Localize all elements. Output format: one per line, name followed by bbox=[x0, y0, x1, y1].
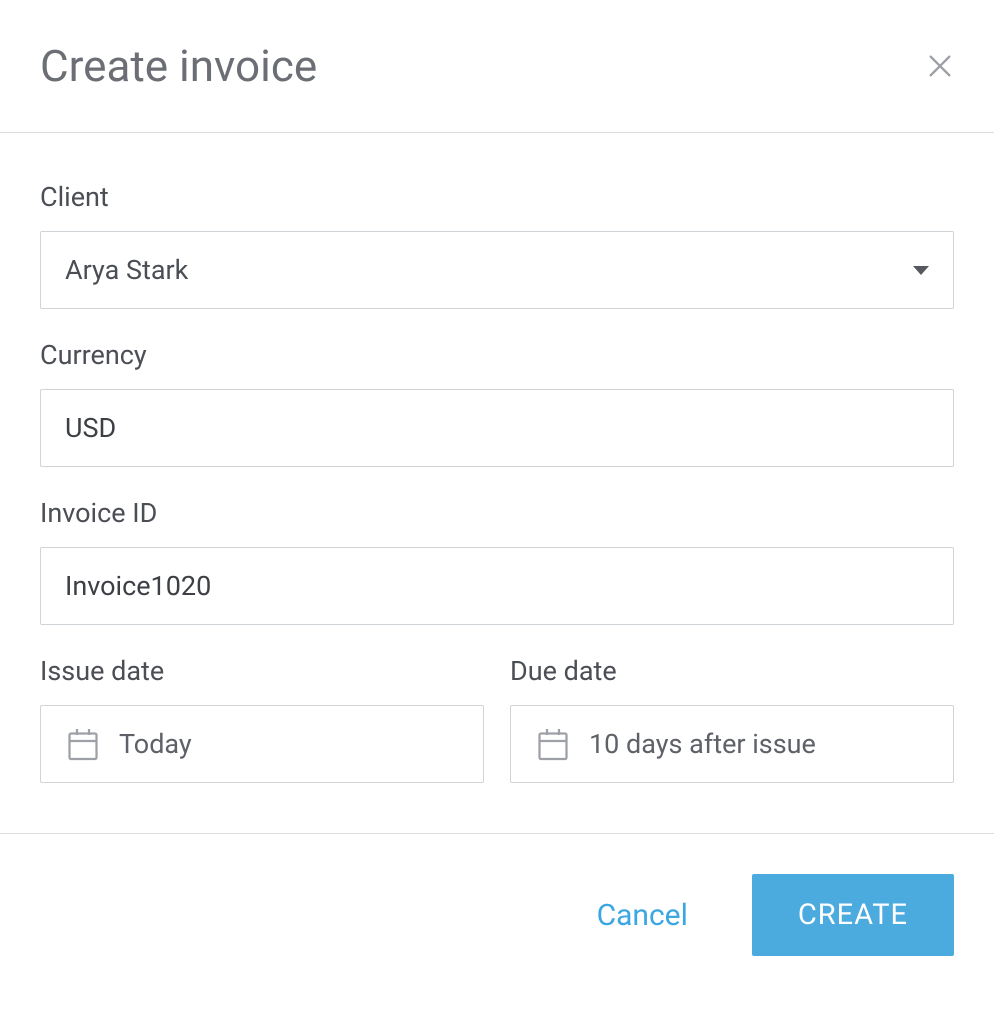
issue-date-picker[interactable]: Today bbox=[40, 705, 484, 783]
dialog-body: Client Arya Stark Currency USD Invoice I… bbox=[0, 133, 994, 833]
due-date-picker[interactable]: 10 days after issue bbox=[510, 705, 954, 783]
invoice-id-label: Invoice ID bbox=[40, 497, 954, 529]
create-button[interactable]: CREATE bbox=[752, 874, 954, 956]
chevron-down-icon bbox=[913, 266, 929, 275]
calendar-icon bbox=[535, 726, 571, 762]
due-date-value: 10 days after issue bbox=[589, 728, 816, 760]
client-select[interactable]: Arya Stark bbox=[40, 231, 954, 309]
invoice-id-field: Invoice ID Invoice1020 bbox=[40, 497, 954, 625]
issue-date-label: Issue date bbox=[40, 655, 484, 687]
cancel-button[interactable]: Cancel bbox=[577, 886, 708, 945]
issue-date-field: Issue date bbox=[40, 655, 484, 783]
dialog-header: Create invoice bbox=[0, 0, 994, 133]
client-value: Arya Stark bbox=[65, 254, 913, 286]
currency-value: USD bbox=[65, 412, 116, 444]
invoice-id-input[interactable]: Invoice1020 bbox=[40, 547, 954, 625]
due-date-label: Due date bbox=[510, 655, 954, 687]
create-invoice-dialog: Create invoice Client Arya Stark Currenc… bbox=[0, 0, 994, 1014]
invoice-id-value: Invoice1020 bbox=[65, 570, 211, 602]
currency-input[interactable]: USD bbox=[40, 389, 954, 467]
issue-date-value: Today bbox=[119, 728, 192, 760]
due-date-field: Due date bbox=[510, 655, 954, 783]
client-label: Client bbox=[40, 181, 954, 213]
currency-label: Currency bbox=[40, 339, 954, 371]
dialog-footer: Cancel CREATE bbox=[0, 833, 994, 996]
dialog-title: Create invoice bbox=[40, 40, 317, 92]
date-row: Issue date bbox=[40, 655, 954, 783]
calendar-icon bbox=[65, 726, 101, 762]
currency-field: Currency USD bbox=[40, 339, 954, 467]
close-icon[interactable] bbox=[926, 52, 954, 80]
client-field: Client Arya Stark bbox=[40, 181, 954, 309]
